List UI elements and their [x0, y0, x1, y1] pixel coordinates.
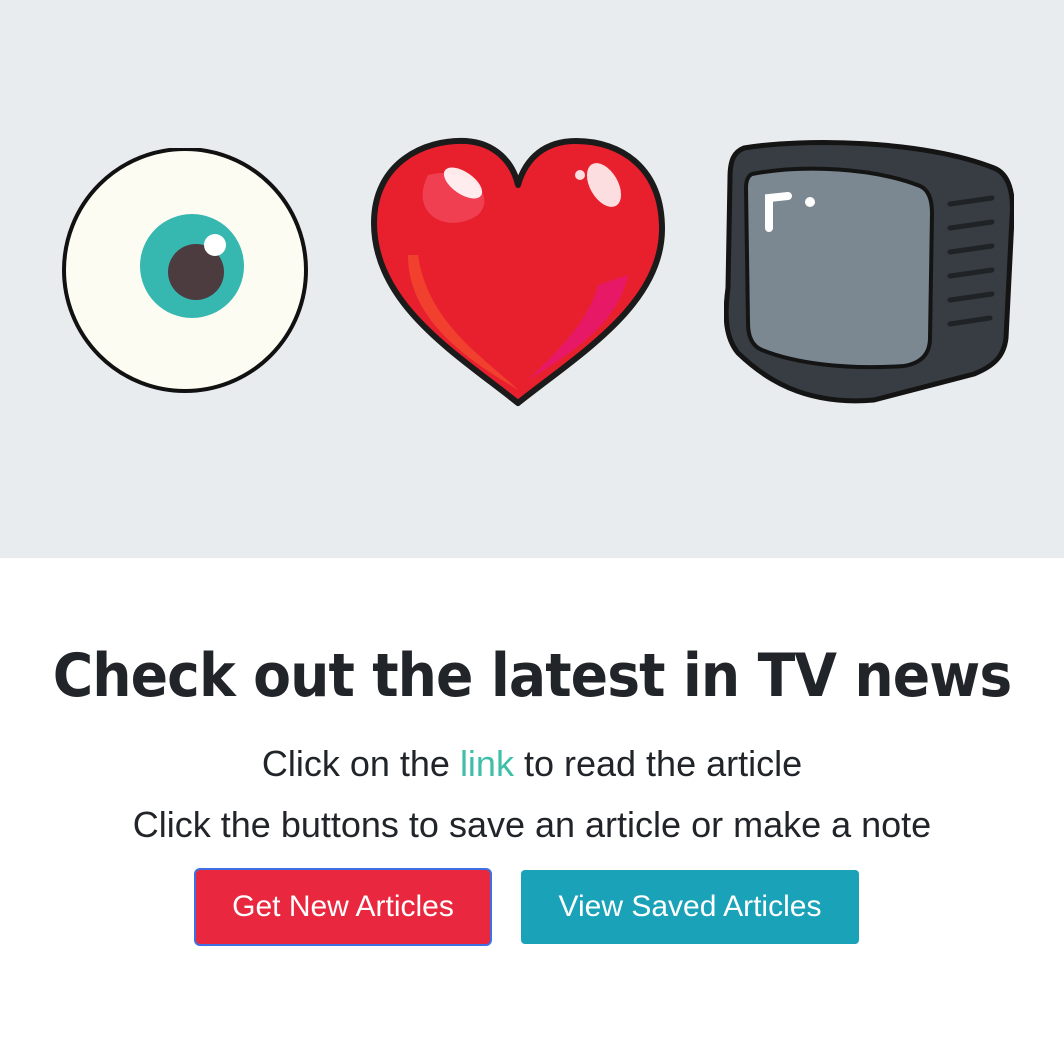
- intro-section: Check out the latest in TV news Click on…: [0, 558, 1064, 1064]
- page-title: Check out the latest in TV news: [52, 641, 1013, 711]
- view-saved-articles-button[interactable]: View Saved Articles: [521, 870, 859, 944]
- article-link[interactable]: link: [460, 743, 514, 784]
- get-new-articles-button[interactable]: Get New Articles: [196, 870, 490, 944]
- instruction-text-before: Click on the: [261, 743, 460, 784]
- instruction-line-buttons: Click the buttons to save an article or …: [132, 804, 932, 845]
- eye-icon: [62, 148, 308, 393]
- hero-banner: [0, 0, 1064, 558]
- instruction-text-after: to read the article: [513, 743, 803, 784]
- instruction-line-link: Click on the link to read the article: [0, 742, 1064, 786]
- tv-icon: [724, 140, 1014, 404]
- heart-icon: [371, 137, 665, 406]
